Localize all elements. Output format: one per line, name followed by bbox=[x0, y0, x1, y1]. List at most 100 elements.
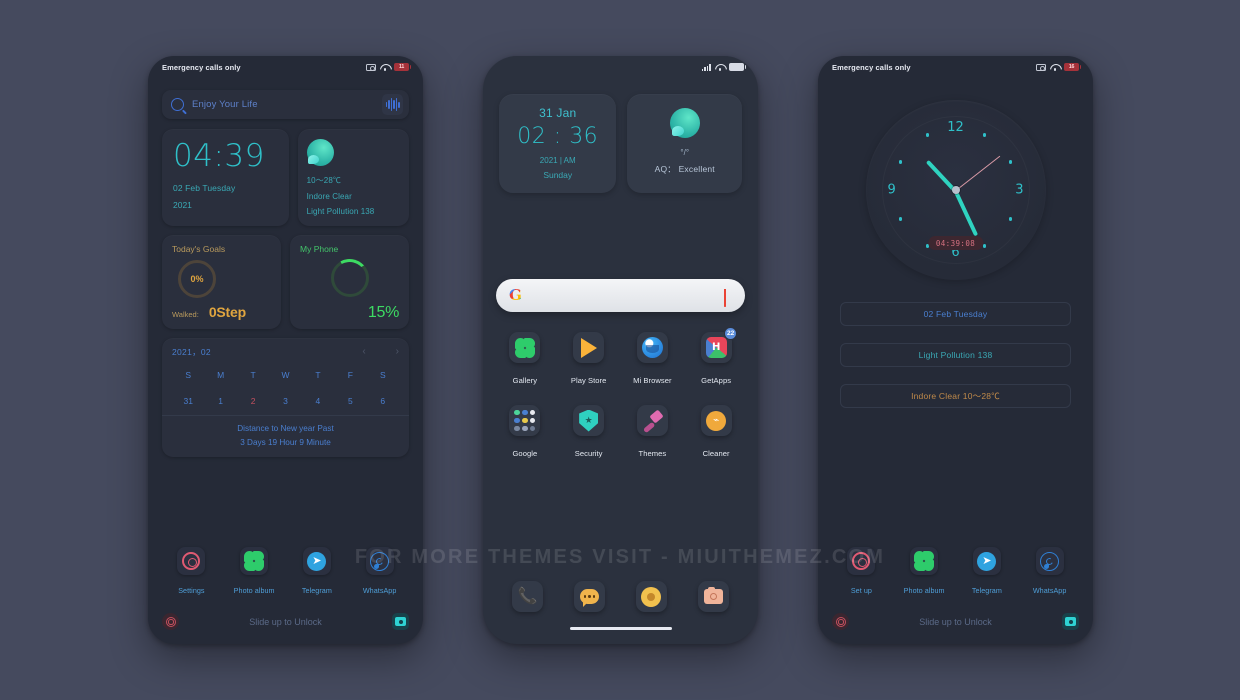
calendar-day[interactable]: 5 bbox=[334, 392, 366, 410]
wifi-icon bbox=[380, 63, 390, 71]
dock-item-photo-album[interactable]: Photo album bbox=[900, 547, 948, 598]
pill-weather[interactable]: Indore Clear 10〜28℃ bbox=[840, 384, 1071, 408]
clover-gallery-icon bbox=[910, 547, 939, 575]
app-themes[interactable]: Themes bbox=[625, 405, 679, 461]
calendar-day[interactable]: 6 bbox=[367, 392, 399, 410]
countdown-value: 3 Days 19 Hour 9 Minute bbox=[240, 437, 331, 447]
app-security[interactable]: ★ Security bbox=[562, 405, 616, 461]
app-getapps[interactable]: ᕼ 22 GetApps bbox=[689, 327, 743, 388]
battery-level: 11 bbox=[394, 63, 412, 71]
mockup-stage: Emergency calls only 11 Enjoy Your Life bbox=[0, 0, 1240, 700]
clock-time: 04:39 bbox=[173, 138, 265, 174]
app-grid: Gallery Play Store Mi Browser ᕼ 22 GetAp… bbox=[483, 327, 758, 461]
calendar-day[interactable]: 3 bbox=[269, 392, 301, 410]
dock-item-settings[interactable]: Settings bbox=[167, 547, 215, 598]
settings-shortcut-icon[interactable] bbox=[162, 613, 179, 630]
aq-degrees: °/° bbox=[680, 148, 690, 157]
goals-widget[interactable]: Today's Goals 0% Walked: 0Step bbox=[162, 235, 281, 329]
settings-shortcut-icon[interactable] bbox=[832, 613, 849, 630]
app-label: Themes bbox=[638, 449, 667, 458]
app-play-store[interactable]: Play Store bbox=[562, 332, 616, 388]
air-quality-widget[interactable]: °/° AQ： Excellent bbox=[627, 94, 742, 193]
notification-badge: 22 bbox=[724, 327, 738, 340]
app-row-2: Google ★ Security Themes ⌁ Cleaner bbox=[493, 405, 748, 461]
clock-tick-dot bbox=[982, 133, 986, 137]
clock-center-cap bbox=[951, 186, 960, 194]
camera-ring-icon[interactable] bbox=[635, 581, 667, 612]
dock-item-photo-album[interactable]: Photo album bbox=[230, 547, 278, 598]
pill-pollution[interactable]: Light Pollution 138 bbox=[840, 343, 1071, 367]
unlock-hint[interactable]: Slide up to Unlock bbox=[849, 617, 1062, 627]
app-gallery[interactable]: Gallery bbox=[498, 332, 552, 388]
clock-date: 02 Feb Tuesday bbox=[173, 183, 236, 193]
clover-gallery-icon bbox=[509, 332, 541, 363]
app-label: Security bbox=[574, 449, 603, 458]
google-search-bar[interactable]: G bbox=[496, 279, 745, 312]
my-phone-widget[interactable]: My Phone 15% bbox=[290, 235, 409, 329]
dock-item-label: WhatsApp bbox=[1032, 586, 1067, 595]
dock-item-label: Set up bbox=[850, 586, 872, 595]
dock-item-whatsapp[interactable]: WhatsApp bbox=[356, 547, 404, 598]
google-folder-icon bbox=[509, 405, 541, 436]
weather-orb-icon bbox=[306, 139, 334, 166]
calendar-day[interactable]: 1 bbox=[204, 392, 236, 410]
battery-percent: 15% bbox=[367, 304, 399, 321]
telegram-icon: ➤ bbox=[972, 547, 1001, 575]
unlock-hint[interactable]: Slide up to Unlock bbox=[179, 617, 392, 627]
goals-percent: 0% bbox=[190, 274, 204, 284]
dock-item-set-up[interactable]: Set up bbox=[837, 547, 885, 598]
home-clock-widget[interactable]: 31 Jan 02 : 36 2021 | AM Sunday bbox=[499, 94, 617, 193]
camera-icon bbox=[1036, 63, 1046, 72]
clock-tick-dot bbox=[1008, 160, 1012, 164]
calendar-dow: F bbox=[347, 370, 353, 380]
carrier-label: Emergency calls only bbox=[832, 62, 911, 72]
calendar-dow-row: S M T W T F S bbox=[172, 366, 399, 384]
chevron-right-icon[interactable]: › bbox=[396, 347, 399, 357]
whatsapp-icon bbox=[1035, 547, 1064, 575]
camera-shortcut-icon[interactable] bbox=[392, 613, 409, 630]
chevron-left-icon[interactable]: ‹ bbox=[362, 347, 365, 357]
analog-clock-widget[interactable]: 12 3 6 9 04:39:08 bbox=[865, 100, 1046, 280]
unlock-row: Slide up to Unlock bbox=[148, 613, 423, 630]
voice-wave-icon[interactable] bbox=[382, 94, 403, 115]
home-clock-weekday: Sunday bbox=[543, 170, 573, 180]
search-bar[interactable]: Enjoy Your Life bbox=[162, 90, 409, 119]
clock-numeral-9: 9 bbox=[887, 182, 896, 198]
phone-clock-screen: Emergency calls only 16 12 3 6 9 04:39:0… bbox=[818, 56, 1093, 644]
calendar-day[interactable]: 4 bbox=[302, 392, 334, 410]
dock-item-label: Telegram bbox=[971, 586, 1002, 595]
battery-icon bbox=[729, 63, 747, 71]
aq-label: AQ： Excellent bbox=[654, 164, 715, 174]
home-clock-time: 02 : 36 bbox=[517, 124, 599, 149]
dock-item-telegram[interactable]: ➤ Telegram bbox=[963, 547, 1011, 598]
digital-time-label: 04:39:08 bbox=[927, 236, 984, 250]
app-cleaner[interactable]: ⌁ Cleaner bbox=[689, 405, 743, 461]
app-label: Gallery bbox=[512, 376, 538, 385]
whatsapp-icon bbox=[365, 547, 394, 575]
calendar-day-today[interactable]: 2 bbox=[237, 392, 269, 410]
calendar-days-row: 31 1 2 3 4 5 6 bbox=[172, 392, 399, 410]
battery-progress-ring bbox=[330, 259, 369, 297]
calendar-dow: S bbox=[185, 370, 192, 380]
messages-icon[interactable] bbox=[574, 581, 606, 612]
app-google-folder[interactable]: Google bbox=[498, 405, 552, 461]
clock-widget[interactable]: 04:39 02 Feb Tuesday 2021 bbox=[162, 129, 289, 226]
weather-location: Indore Clear bbox=[306, 192, 352, 201]
app-mi-browser[interactable]: Mi Browser bbox=[625, 332, 679, 388]
unlock-row: Slide up to Unlock bbox=[818, 613, 1093, 630]
calendar-day[interactable]: 31 bbox=[172, 392, 204, 410]
pill-date[interactable]: 02 Feb Tuesday bbox=[840, 302, 1071, 326]
home-indicator[interactable] bbox=[569, 626, 672, 630]
lock-dock: Set up Photo album ➤ Telegram WhatsApp bbox=[818, 547, 1093, 598]
dock-item-whatsapp[interactable]: WhatsApp bbox=[1026, 547, 1074, 598]
phone-icon[interactable]: 📞 bbox=[512, 581, 544, 612]
calendar-widget[interactable]: 2021，02 ‹ › S M T W T F S 31 1 2 3 4 5 6… bbox=[162, 338, 409, 458]
dock-item-telegram[interactable]: ➤ Telegram bbox=[293, 547, 341, 598]
weather-widget[interactable]: 10〜28℃ Indore Clear Light Pollution 138 bbox=[297, 129, 409, 226]
dock-item-label: Photo album bbox=[233, 586, 275, 595]
calendar-dow: S bbox=[379, 370, 386, 380]
camera-shortcut-icon[interactable] bbox=[1062, 613, 1079, 630]
search-input[interactable]: Enjoy Your Life bbox=[192, 99, 374, 110]
camera-icon[interactable] bbox=[697, 581, 729, 612]
microphone-icon[interactable] bbox=[724, 289, 732, 307]
